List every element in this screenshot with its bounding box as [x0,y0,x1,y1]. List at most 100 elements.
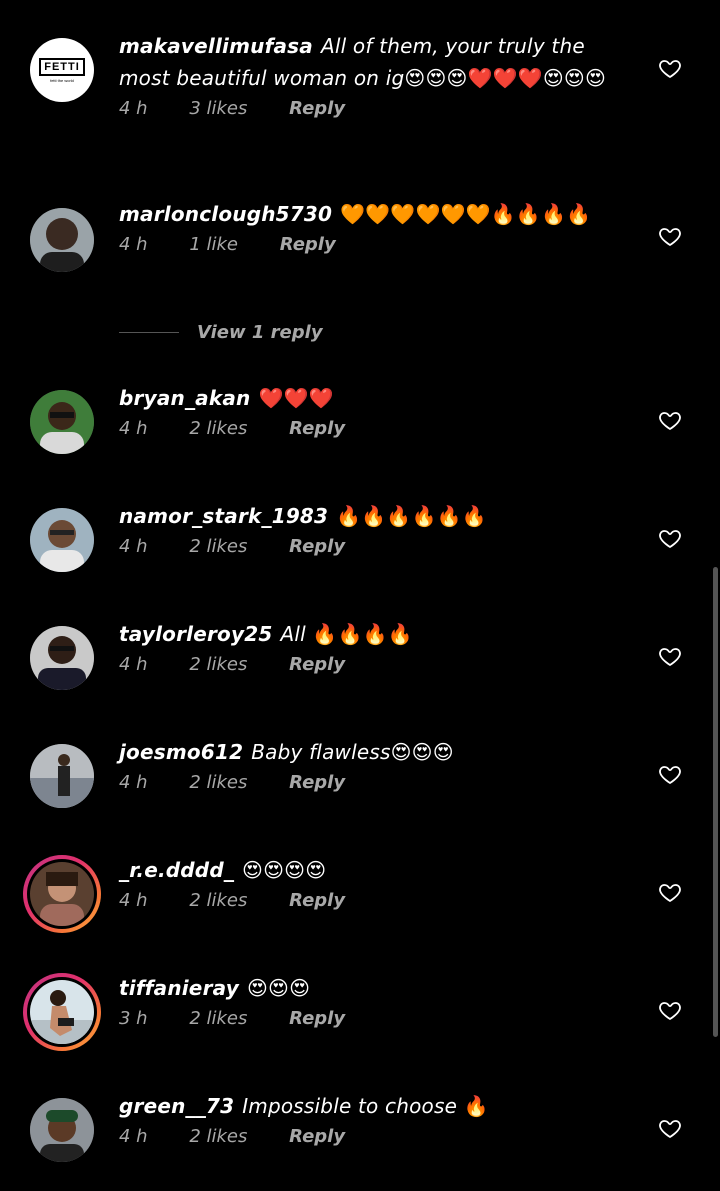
comment-body: namor_stark_1983 🔥🔥🔥🔥🔥🔥 4 h 2 likes Reply [119,500,639,557]
username[interactable]: tiffanieray [119,976,239,1000]
reply-button[interactable]: Reply [280,234,336,255]
avatar[interactable] [30,390,94,454]
avatar [30,862,94,926]
comment-meta: 4 h 2 likes Reply [119,890,639,911]
comment-likes[interactable]: 2 likes [189,654,247,675]
comment-text-block: bryan_akan ❤️❤️❤️ [119,382,639,414]
comment-text-block: _r.e.dddd_ 😍😍😍😍 [119,854,639,886]
comment-body: green__73 Impossible to choose 🔥 4 h 2 li… [119,1090,639,1147]
reply-button[interactable]: Reply [289,772,345,793]
fetti-logo: FETTI fetti the world [30,38,94,102]
comment-meta: 4 h 2 likes Reply [119,654,639,675]
comment-emoji: 😍😍😍😍 [242,858,327,882]
view-replies-label: View 1 reply [197,322,323,343]
comment-text-block: taylorleroy25 All 🔥🔥🔥🔥 [119,618,639,650]
comment-text-block: marlonclough5730 🧡🧡🧡🧡🧡🧡🔥🔥🔥🔥 [119,198,639,230]
username[interactable]: green__73 [119,1094,234,1118]
avatar-photo [30,980,94,1044]
comment-emoji: 😍😍😍❤️❤️❤️😍😍😍 [404,66,606,90]
avatar-photo [30,862,94,926]
avatar [30,980,94,1044]
comment-text-block: makavellimufasa All of them, your truly t… [119,30,639,94]
reply-button[interactable]: Reply [289,1008,345,1029]
comment-emoji: 🔥🔥🔥🔥 [312,622,413,646]
heart-outline-icon[interactable] [658,56,682,80]
username[interactable]: _r.e.dddd_ [119,858,234,882]
avatar-photo [30,1098,94,1162]
avatar[interactable]: FETTI fetti the world [30,38,94,102]
reply-button[interactable]: Reply [289,654,345,675]
comment-meta: 4 h 2 likes Reply [119,772,639,793]
comment-emoji: 😍😍😍 [390,740,454,764]
comment-time: 4 h [119,98,148,119]
comment-text-block: tiffanieray 😍😍😍 [119,972,639,1004]
view-replies-button[interactable]: View 1 reply [119,322,323,343]
heart-outline-icon[interactable] [658,880,682,904]
avatar-story-ring[interactable] [23,973,101,1051]
comment-likes[interactable]: 2 likes [189,536,247,557]
comment-body: taylorleroy25 All 🔥🔥🔥🔥 4 h 2 likes Reply [119,618,639,675]
reply-button[interactable]: Reply [289,418,345,439]
heart-outline-icon[interactable] [658,1116,682,1140]
reply-button[interactable]: Reply [289,1126,345,1147]
reply-button[interactable]: Reply [289,536,345,557]
comment-time: 3 h [119,1008,148,1029]
avatar[interactable] [30,1098,94,1162]
comment-body: marlonclough5730 🧡🧡🧡🧡🧡🧡🔥🔥🔥🔥 4 h 1 like Re… [119,198,639,255]
username[interactable]: bryan_akan [119,386,250,410]
comment-meta: 4 h 2 likes Reply [119,418,639,439]
comment-text-block: joesmo612 Baby flawless😍😍😍 [119,736,639,768]
avatar-photo [30,744,94,808]
comment-meta: 3 h 2 likes Reply [119,1008,639,1029]
username[interactable]: marlonclough5730 [119,202,332,226]
comment-text: All [280,622,306,646]
comment-meta: 4 h 2 likes Reply [119,1126,639,1147]
avatar-photo [30,390,94,454]
comment-likes[interactable]: 3 likes [189,98,247,119]
comment-body: joesmo612 Baby flawless😍😍😍 4 h 2 likes Re… [119,736,639,793]
comment-likes[interactable]: 1 like [189,234,238,255]
comment-likes[interactable]: 2 likes [189,772,247,793]
comment-emoji: 🔥🔥🔥🔥🔥🔥 [336,504,487,528]
comment-time: 4 h [119,418,148,439]
comment-time: 4 h [119,536,148,557]
heart-outline-icon[interactable] [658,998,682,1022]
username[interactable]: taylorleroy25 [119,622,272,646]
comment-meta: 4 h 1 like Reply [119,234,639,255]
comment-body: tiffanieray 😍😍😍 3 h 2 likes Reply [119,972,639,1029]
comment-meta: 4 h 3 likes Reply [119,98,639,119]
heart-outline-icon[interactable] [658,644,682,668]
divider-line [119,332,179,333]
comment-time: 4 h [119,654,148,675]
avatar[interactable] [30,626,94,690]
avatar[interactable] [30,744,94,808]
heart-outline-icon[interactable] [658,526,682,550]
avatar-story-ring[interactable] [23,855,101,933]
avatar-photo [30,208,94,272]
comment-emoji: 🧡🧡🧡🧡🧡🧡🔥🔥🔥🔥 [340,202,592,226]
comment-body: _r.e.dddd_ 😍😍😍😍 4 h 2 likes Reply [119,854,639,911]
comment-body: makavellimufasa All of them, your truly t… [119,30,639,119]
scrollbar[interactable] [713,567,718,1037]
heart-outline-icon[interactable] [658,408,682,432]
reply-button[interactable]: Reply [289,890,345,911]
comment-likes[interactable]: 2 likes [189,1008,247,1029]
comment-likes[interactable]: 2 likes [189,890,247,911]
heart-outline-icon[interactable] [658,224,682,248]
comment-time: 4 h [119,772,148,793]
comment-time: 4 h [119,234,148,255]
username[interactable]: joesmo612 [119,740,243,764]
comment-text: Baby flawless [251,740,391,764]
reply-button[interactable]: Reply [289,98,345,119]
avatar[interactable] [30,508,94,572]
avatar-photo [30,626,94,690]
comment-likes[interactable]: 2 likes [189,418,247,439]
comment-time: 4 h [119,1126,148,1147]
comment-likes[interactable]: 2 likes [189,1126,247,1147]
avatar[interactable] [30,208,94,272]
heart-outline-icon[interactable] [658,762,682,786]
comment-text-block: namor_stark_1983 🔥🔥🔥🔥🔥🔥 [119,500,639,532]
username[interactable]: namor_stark_1983 [119,504,328,528]
comment-meta: 4 h 2 likes Reply [119,536,639,557]
username[interactable]: makavellimufasa [119,34,313,58]
